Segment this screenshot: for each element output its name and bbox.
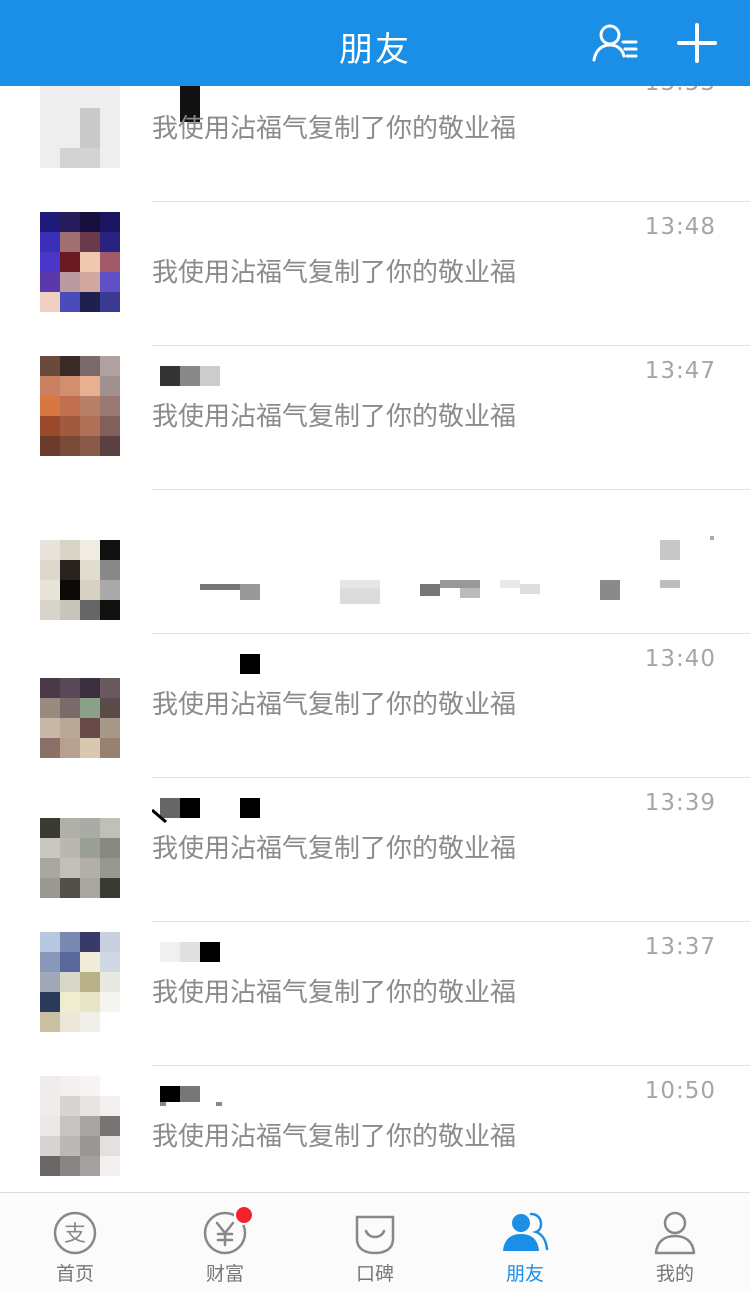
tab-label: 口碑 bbox=[355, 1263, 394, 1285]
tab-label: 朋友 bbox=[505, 1263, 544, 1285]
tab-koubei[interactable]: 口碑 bbox=[300, 1193, 450, 1292]
avatar bbox=[40, 212, 120, 312]
message-preview: 我使用沾福气复制了你的敬业福 bbox=[152, 1122, 517, 1152]
tab-label: 我的 bbox=[655, 1263, 694, 1285]
alipay-home-icon: 支 bbox=[51, 1209, 99, 1257]
conversation-row[interactable]: 我使用沾福气复制了你的敬业福 13:48 bbox=[0, 202, 750, 346]
tab-label: 首页 bbox=[55, 1263, 94, 1285]
message-preview: 我使用沾福气复制了你的敬业福 bbox=[152, 978, 517, 1008]
message-time: 13:48 bbox=[644, 214, 716, 240]
conversation-row[interactable]: 我使用沾福气复制了你的敬业福 13:39 bbox=[0, 778, 750, 922]
avatar bbox=[40, 1076, 120, 1176]
message-time: 13:37 bbox=[644, 934, 716, 960]
conversation-row[interactable]: 我使用沾福气复制了你的敬业福 13:40 bbox=[0, 634, 750, 778]
tab-label: 财富 bbox=[205, 1263, 244, 1285]
person-icon bbox=[651, 1209, 699, 1257]
message-preview: 我使用沾福气复制了你的敬业福 bbox=[152, 402, 517, 432]
conversation-row[interactable] bbox=[0, 490, 750, 634]
conversation-list: 我使用沾福气复制了你的敬业福 13:53 我使用沾福气复制了你的敬业福 13:4… bbox=[0, 86, 750, 1192]
avatar bbox=[40, 356, 120, 456]
svg-text:支: 支 bbox=[64, 1222, 86, 1247]
avatar bbox=[40, 818, 120, 898]
avatar bbox=[40, 540, 120, 620]
obscured-message bbox=[200, 568, 720, 620]
avatar bbox=[40, 932, 120, 1032]
message-preview: 我使用沾福气复制了你的敬业福 bbox=[152, 834, 517, 864]
conversation-row[interactable]: 我使用沾福气复制了你的敬业福 13:37 bbox=[0, 922, 750, 1066]
contacts-icon[interactable] bbox=[590, 20, 640, 66]
koubei-smile-icon bbox=[351, 1209, 399, 1257]
friends-icon bbox=[501, 1209, 549, 1257]
notification-badge bbox=[234, 1205, 254, 1225]
message-preview: 我使用沾福气复制了你的敬业福 bbox=[152, 690, 517, 720]
tab-friends[interactable]: 朋友 bbox=[450, 1193, 600, 1292]
message-time: 10:50 bbox=[644, 1078, 716, 1104]
tab-mine[interactable]: 我的 bbox=[600, 1193, 750, 1292]
tab-wealth[interactable]: 财富 bbox=[150, 1193, 300, 1292]
message-preview: 我使用沾福气复制了你的敬业福 bbox=[152, 114, 517, 144]
conversation-row[interactable]: 我使用沾福气复制了你的敬业福 13:47 bbox=[0, 346, 750, 490]
tab-home[interactable]: 支 首页 bbox=[0, 1193, 150, 1292]
plus-icon[interactable] bbox=[674, 20, 724, 66]
conversation-row[interactable]: 我使用沾福气复制了你的敬业福 13:53 bbox=[0, 86, 750, 202]
avatar bbox=[40, 86, 120, 168]
message-time: 13:40 bbox=[644, 646, 716, 672]
avatar bbox=[40, 678, 120, 758]
message-time: 13:47 bbox=[644, 358, 716, 384]
conversation-row[interactable]: 我使用沾福气复制了你的敬业福 10:50 bbox=[0, 1066, 750, 1192]
bottom-tab-bar: 支 首页 财富 口碑 朋友 我的 bbox=[0, 1192, 750, 1292]
message-time: 13:39 bbox=[644, 790, 716, 816]
message-preview: 我使用沾福气复制了你的敬业福 bbox=[152, 258, 517, 288]
top-nav-bar: 朋友 bbox=[0, 0, 750, 86]
message-time: 13:53 bbox=[645, 86, 716, 96]
obscured-time bbox=[660, 536, 720, 566]
